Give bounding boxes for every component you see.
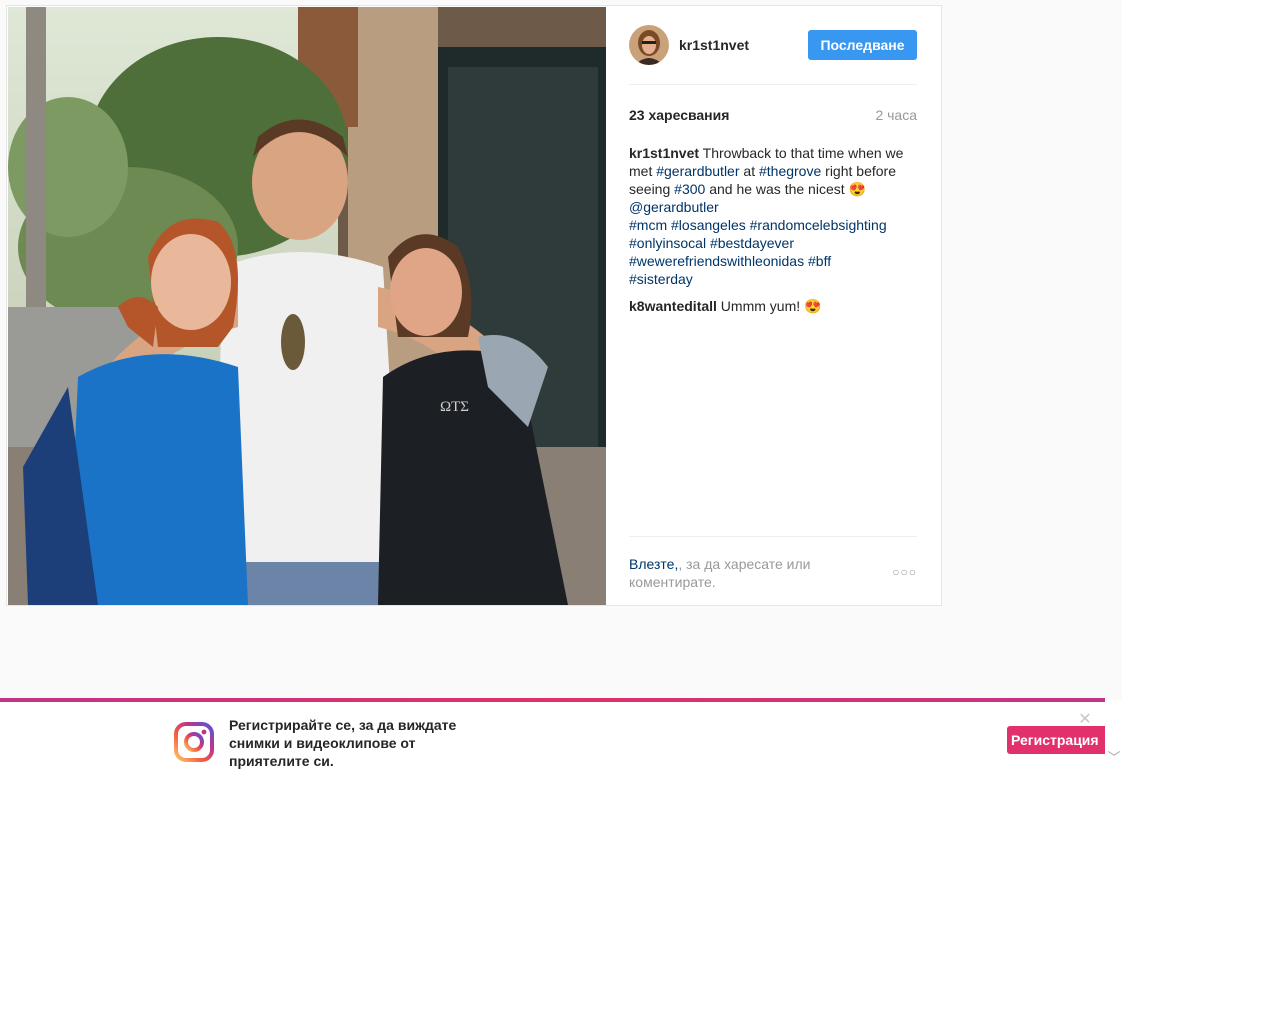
hashtag-link[interactable]: #thegrove (759, 163, 821, 179)
scroll-down-arrow-icon[interactable]: ﹀ (1107, 748, 1121, 768)
likes-count[interactable]: 23 харесвания (629, 107, 729, 123)
post-card: ΩΤΣ kr1st1nvet Последване 23 харесвания … (6, 5, 942, 606)
caption: kr1st1nvet Throwback to that time when w… (629, 144, 917, 288)
login-link[interactable]: Влезте, (629, 556, 678, 572)
hashtag-link[interactable]: #losangeles (671, 217, 746, 233)
post-header: kr1st1nvet Последване (629, 6, 917, 85)
caption-author-link[interactable]: kr1st1nvet (629, 145, 699, 161)
hashtag-link[interactable]: #sisterday (629, 271, 693, 287)
hashtag-link[interactable]: #onlyinsocal (629, 235, 706, 251)
comment: k8wanteditall Ummm yum! 😍 (629, 297, 917, 315)
hashtag-link[interactable]: #gerardbutler (656, 163, 739, 179)
avatar[interactable] (629, 25, 669, 65)
more-options-icon[interactable]: ○○○ (891, 565, 917, 579)
hashtag-link[interactable]: #randomcelebsighting (750, 217, 887, 233)
hashtag-link[interactable]: #bff (808, 253, 831, 269)
instagram-logo-icon (174, 722, 214, 762)
hashtag-link[interactable]: #bestdayever (710, 235, 794, 251)
signup-button[interactable]: Регистрация (1007, 726, 1105, 754)
caption-text: and he was the nicest 😍 (705, 181, 866, 197)
login-prompt: Влезте,, за да харесате или коментирате. (629, 555, 869, 591)
comments-list: kr1st1nvet Throwback to that time when w… (629, 144, 917, 324)
comment-text: Ummm yum! 😍 (716, 298, 822, 314)
follow-button[interactable]: Последване (808, 30, 917, 60)
svg-text:ΩΤΣ: ΩΤΣ (440, 399, 469, 415)
username-link[interactable]: kr1st1nvet (679, 37, 749, 53)
hashtag-link[interactable]: #mcm (629, 217, 667, 233)
close-icon[interactable]: ✕ (1077, 712, 1093, 728)
caption-text: at (739, 163, 759, 179)
signup-banner-text: Регистрирайте се, за да виждате снимки и… (229, 717, 457, 769)
hashtag-link[interactable]: #wewerefriendswithleonidas (629, 253, 804, 269)
post-time[interactable]: 2 часа (875, 107, 917, 123)
signup-banner: Регистрирайте се, за да виждате снимки и… (0, 702, 1105, 780)
hashtag-link[interactable]: #300 (674, 181, 705, 197)
post-sidebar: kr1st1nvet Последване 23 харесвания 2 ча… (629, 6, 917, 605)
scrollbar[interactable] (1105, 700, 1122, 780)
mention-link[interactable]: @gerardbutler (629, 199, 719, 215)
comment-author-link[interactable]: k8wanteditall (629, 298, 717, 314)
post-photo[interactable]: ΩΤΣ (8, 7, 606, 605)
post-footer: Влезте,, за да харесате или коментирате.… (629, 536, 917, 606)
